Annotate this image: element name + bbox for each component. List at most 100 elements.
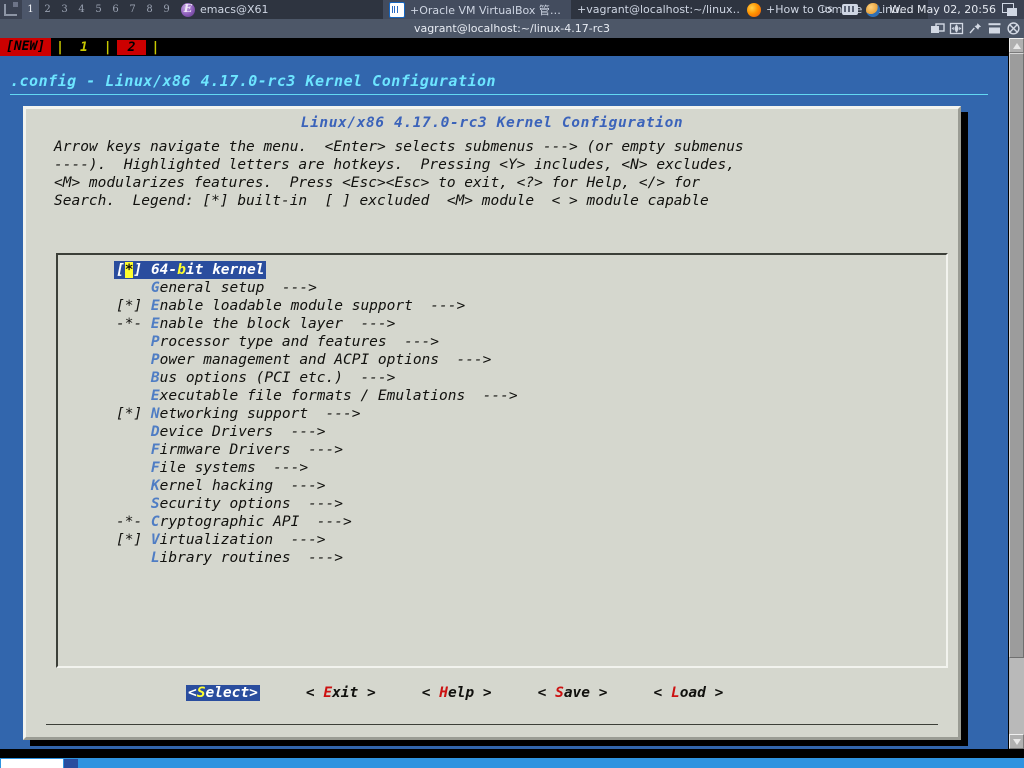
app-header-title: .config - Linux/x86 4.17.0-rc3 Kernel Co… [10, 72, 497, 90]
menu-item[interactable]: Bus options (PCI etc.) ---> [58, 369, 946, 387]
keyboard-icon[interactable] [841, 4, 858, 15]
button-hotkey: H [439, 685, 448, 701]
screen: 1 2 3 4 5 6 7 8 9 emacs@X61 +Oracle VM V… [0, 0, 1024, 768]
terminal-tabbar: [NEW] | 1 | 2 | [0, 38, 1008, 56]
move-button[interactable] [949, 22, 964, 35]
menu-item-hotkey: E [150, 316, 160, 332]
desktop-button-6[interactable]: 6 [107, 0, 124, 19]
menu-item[interactable]: -*- Enable the block layer ---> [58, 315, 946, 333]
menuconfig-app: .config - Linux/x86 4.17.0-rc3 Kernel Co… [0, 56, 1008, 749]
globe-icon[interactable] [865, 2, 880, 17]
menu-item-hotkey: B [150, 370, 160, 386]
submenu-arrow: ---> [264, 280, 317, 296]
shade-button[interactable] [930, 22, 945, 35]
menu-item[interactable]: [*] Networking support ---> [58, 405, 946, 423]
horizontal-scrollbar-thumb[interactable] [1, 759, 63, 768]
dialog-button-load[interactable]: < Load > [653, 685, 723, 701]
menu-item-label: xecutable file formats / Emulations [159, 388, 466, 404]
menu-item-flag: [*] [116, 298, 151, 314]
menu-item[interactable]: -*- Cryptographic API ---> [58, 513, 946, 531]
button-label: oad [679, 685, 706, 701]
desktop-button-7[interactable]: 7 [124, 0, 141, 19]
submenu-arrow: ---> [290, 442, 343, 458]
menu-item-hotkey: F [150, 460, 160, 476]
menu-item[interactable]: Device Drivers ---> [58, 423, 946, 441]
scroll-down-button[interactable] [1009, 734, 1024, 749]
submenu-arrow: ---> [342, 370, 396, 386]
button-label: elect [205, 685, 250, 701]
button-label: xit [332, 685, 359, 701]
terminal[interactable]: [NEW] | 1 | 2 | .config - Linux/x86 4.17… [0, 38, 1008, 749]
menu-item[interactable]: Power management and ACPI options ---> [58, 351, 946, 369]
menu-item-hotkey: b [177, 262, 186, 278]
dialog-button-help[interactable]: < Help > [422, 685, 492, 701]
menu-item[interactable]: Kernel hacking ---> [58, 477, 946, 495]
menu-listbox[interactable]: [*] 64-bit kernel General setup ---> [*] … [56, 253, 948, 668]
horizontal-scrollbar-marker [64, 759, 78, 768]
desktop-button-3[interactable]: 3 [56, 0, 73, 19]
show-desktop-icon[interactable] [1002, 3, 1017, 16]
menu-item[interactable]: [*] Virtualization ---> [58, 531, 946, 549]
dialog-button-select[interactable]: <Select> [186, 685, 260, 701]
taskbar-item-emacs[interactable]: emacs@X61 [175, 0, 383, 19]
window-title: vagrant@localhost:~/linux-4.17-rc3 [413, 22, 611, 35]
maximize-button[interactable] [987, 22, 1002, 35]
button-bracket: < [537, 685, 556, 701]
menu-item[interactable]: Security options ---> [58, 495, 946, 513]
menu-item-label: rocessor type and features [159, 334, 387, 350]
desktop-button-5[interactable]: 5 [90, 0, 107, 19]
menu-item-hotkey: K [150, 478, 160, 494]
window-buttons [930, 19, 1021, 38]
dialog-button-row: <Select> < Exit > < Help > < Save > < Load > [36, 681, 948, 705]
menu-item[interactable]: Firmware Drivers ---> [58, 441, 946, 459]
pager-icon[interactable] [0, 0, 22, 19]
submenu-arrow: ---> [412, 298, 466, 314]
menu-item[interactable]: [*] 64-bit kernel [58, 261, 946, 279]
submenu-arrow: ---> [308, 406, 361, 422]
menu-item-selected: [*] 64-bit kernel [114, 261, 267, 279]
desktop-button-1[interactable]: 1 [22, 0, 39, 19]
button-bracket: < [653, 685, 671, 701]
virtualbox-icon [389, 1, 405, 18]
menu-item-label: 64- [150, 262, 178, 278]
menu-item[interactable]: File systems ---> [58, 459, 946, 477]
tab-2[interactable]: 2 [116, 39, 147, 55]
menu-item[interactable]: General setup ---> [58, 279, 946, 297]
menu-item-hotkey: F [150, 442, 160, 458]
keyboard-layout-label[interactable]: us [821, 4, 833, 15]
menu-item-label: us options (PCI etc.) [159, 370, 343, 386]
vertical-scrollbar-thumb[interactable] [1009, 53, 1024, 658]
menu-item-hotkey: G [150, 280, 160, 296]
close-button[interactable] [1006, 22, 1021, 35]
menu-item[interactable]: Executable file formats / Emulations ---… [58, 387, 946, 405]
desktop-button-8[interactable]: 8 [141, 0, 158, 19]
menu-item[interactable]: [*] Enable loadable module support ---> [58, 297, 946, 315]
submenu-arrow: ---> [273, 424, 326, 440]
desktop-switcher[interactable]: 1 2 3 4 5 6 7 8 9 [22, 0, 175, 19]
tab-1[interactable]: 1 [68, 39, 99, 55]
stick-pin-button[interactable] [968, 22, 983, 35]
tab-new[interactable]: [NEW] [0, 38, 52, 56]
desktop-button-2[interactable]: 2 [39, 0, 56, 19]
desktop-button-9[interactable]: 9 [158, 0, 175, 19]
dialog-button-save[interactable]: < Save > [538, 685, 608, 701]
desktop-button-4[interactable]: 4 [73, 0, 90, 19]
button-hotkey: S [555, 685, 564, 701]
horizontal-scrollbar[interactable] [0, 757, 1024, 768]
menu-item[interactable]: Processor type and features ---> [58, 333, 946, 351]
button-bracket: < [305, 685, 324, 701]
app-header-rule [10, 94, 988, 95]
taskbar-item-virtualbox[interactable]: +Oracle VM VirtualBox 管… [383, 0, 571, 19]
vertical-scrollbar[interactable] [1008, 38, 1024, 749]
menu-item[interactable]: Library routines ---> [58, 549, 946, 567]
scroll-up-button[interactable] [1009, 38, 1024, 53]
clock[interactable]: Wed May 02, 20:56 [890, 3, 996, 16]
menu-item-hotkey: N [150, 406, 160, 422]
dialog-button-exit[interactable]: < Exit > [306, 685, 376, 701]
menu-item-flag [116, 370, 151, 386]
menu-item-flag [116, 334, 151, 350]
window-titlebar[interactable]: vagrant@localhost:~/linux-4.17-rc3 [0, 19, 1024, 38]
taskbar-item-terminal[interactable]: +vagrant@localhost:~/linux… [571, 0, 741, 19]
button-bracket: > [358, 685, 376, 701]
submenu-arrow: ---> [290, 550, 343, 566]
